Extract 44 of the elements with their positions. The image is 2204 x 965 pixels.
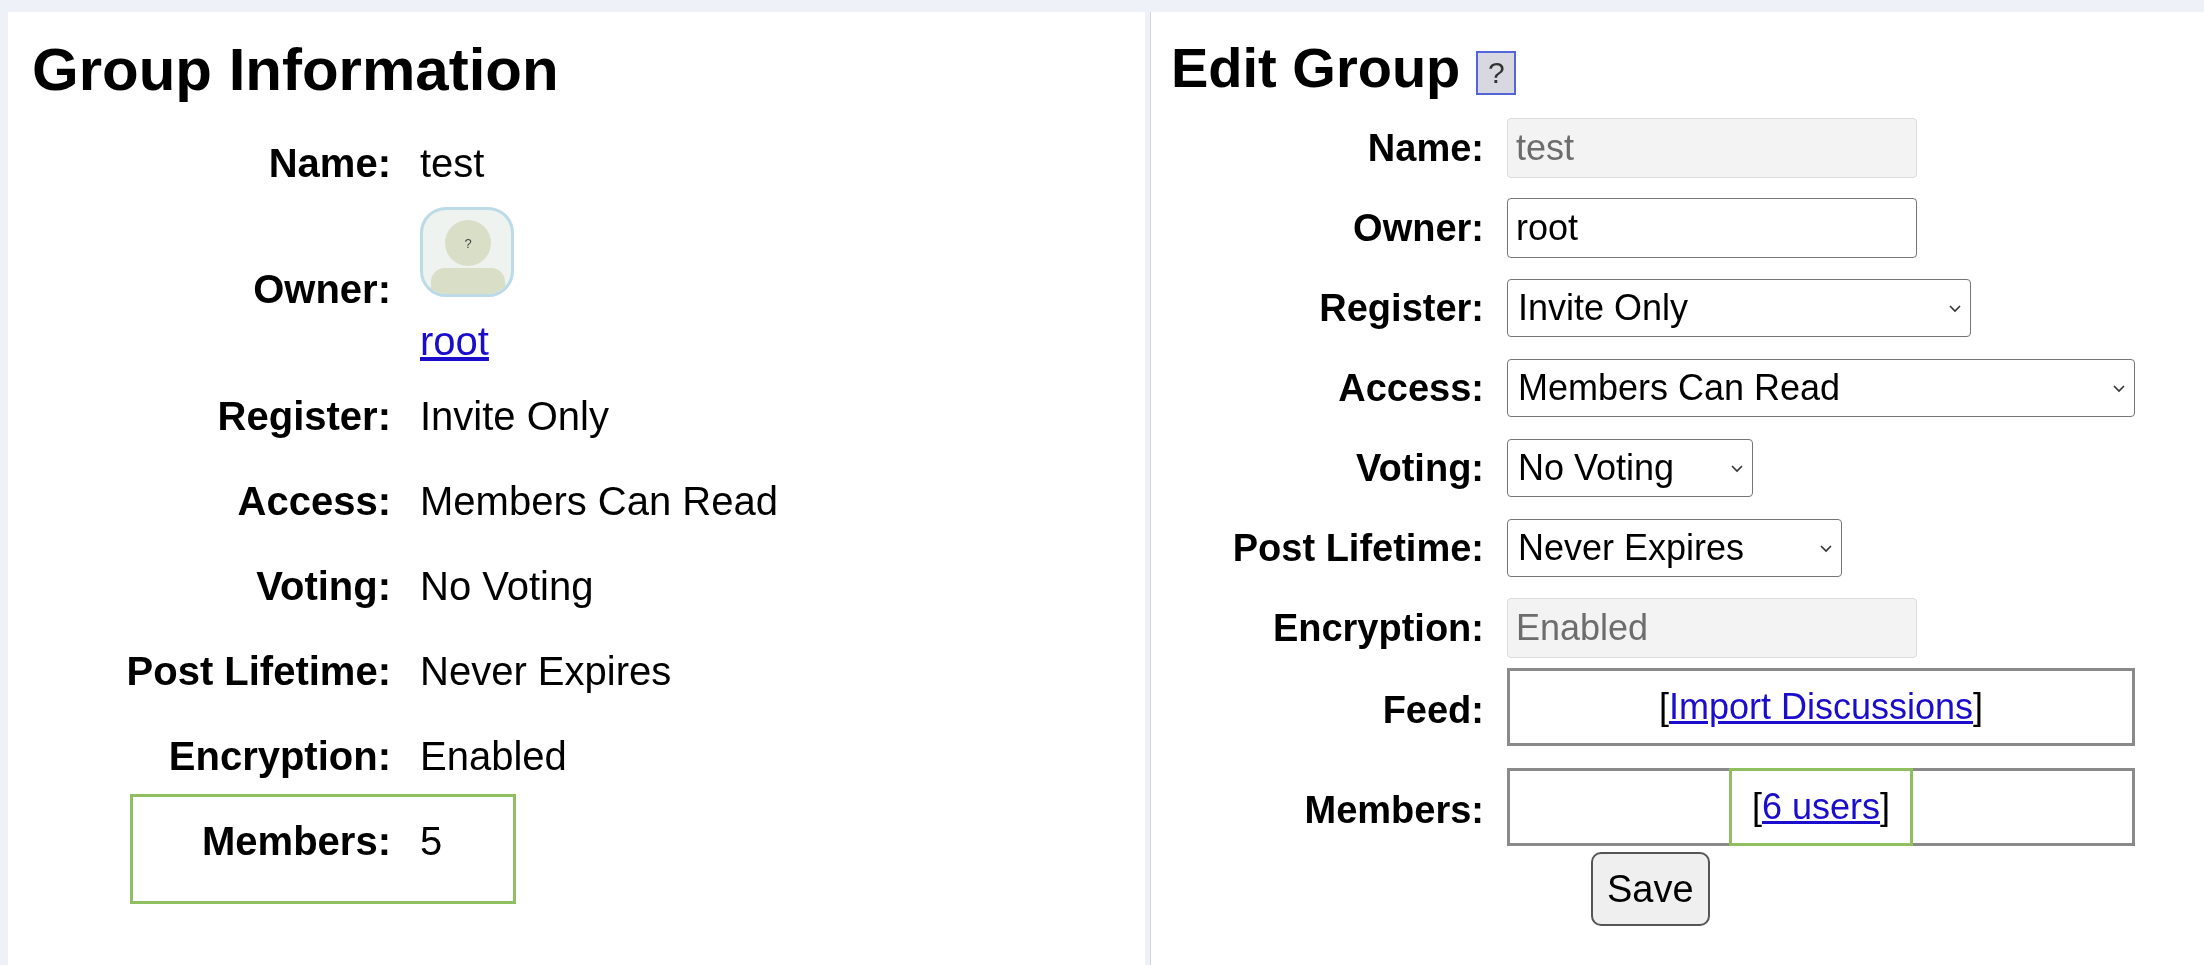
field-label: Register: xyxy=(1319,286,1484,329)
link[interactable]: 6 users xyxy=(1761,780,1881,834)
chevron-icon xyxy=(1730,463,1744,473)
field-label: Members: xyxy=(202,818,391,863)
field-value: Never Expires xyxy=(420,648,672,693)
field-value: 5 xyxy=(420,818,443,863)
field-value: Enabled xyxy=(420,733,567,778)
chevron-icon xyxy=(2112,383,2126,393)
field-label: Register: xyxy=(217,393,391,438)
field-value: test xyxy=(420,140,485,185)
field-value: No Voting xyxy=(420,563,594,608)
dropdown[interactable]: No Voting xyxy=(1507,439,1753,497)
owner-link[interactable]: root xyxy=(420,311,489,371)
dropdown[interactable]: Never Expires xyxy=(1507,519,1842,577)
chevron-icon xyxy=(1819,543,1833,553)
field-label: Owner: xyxy=(1353,206,1484,249)
bracket: ] xyxy=(1973,685,1984,729)
bracket: ] xyxy=(1880,785,1891,829)
field-label: Name: xyxy=(1367,126,1484,169)
field-label: Access: xyxy=(1338,366,1484,409)
field-label: Voting: xyxy=(1355,446,1484,489)
help-button[interactable]: ? xyxy=(1476,51,1517,95)
dropdown[interactable]: Members Can Read xyxy=(1507,359,2135,417)
field-label: Name: xyxy=(268,140,391,185)
chevron-icon xyxy=(1948,303,1962,313)
dropdown[interactable]: Invite Only xyxy=(1507,279,1971,337)
field-label: Access: xyxy=(237,478,391,523)
field-label: Feed: xyxy=(1382,689,1484,731)
field-label: Voting: xyxy=(256,563,391,608)
text-field[interactable]: root xyxy=(1507,198,1917,258)
field-value: Members Can Read xyxy=(420,478,778,523)
field-label: Post Lifetime: xyxy=(126,648,391,693)
field-label: Members: xyxy=(1304,789,1484,831)
field-label: Owner: xyxy=(253,267,391,311)
save-button[interactable]: Save xyxy=(1591,852,1710,926)
page-heading: Group Information xyxy=(32,40,559,100)
avatar-mark: ? xyxy=(464,236,472,250)
field-label: Encryption: xyxy=(1272,606,1484,649)
link[interactable]: Import Discussions xyxy=(1668,680,1974,734)
bracket: [ xyxy=(1658,685,1669,729)
field-label: Post Lifetime: xyxy=(1232,526,1484,569)
field-label: Encryption: xyxy=(168,733,391,778)
field-value: Invite Only xyxy=(420,393,609,438)
bracket: [ xyxy=(1751,785,1762,829)
